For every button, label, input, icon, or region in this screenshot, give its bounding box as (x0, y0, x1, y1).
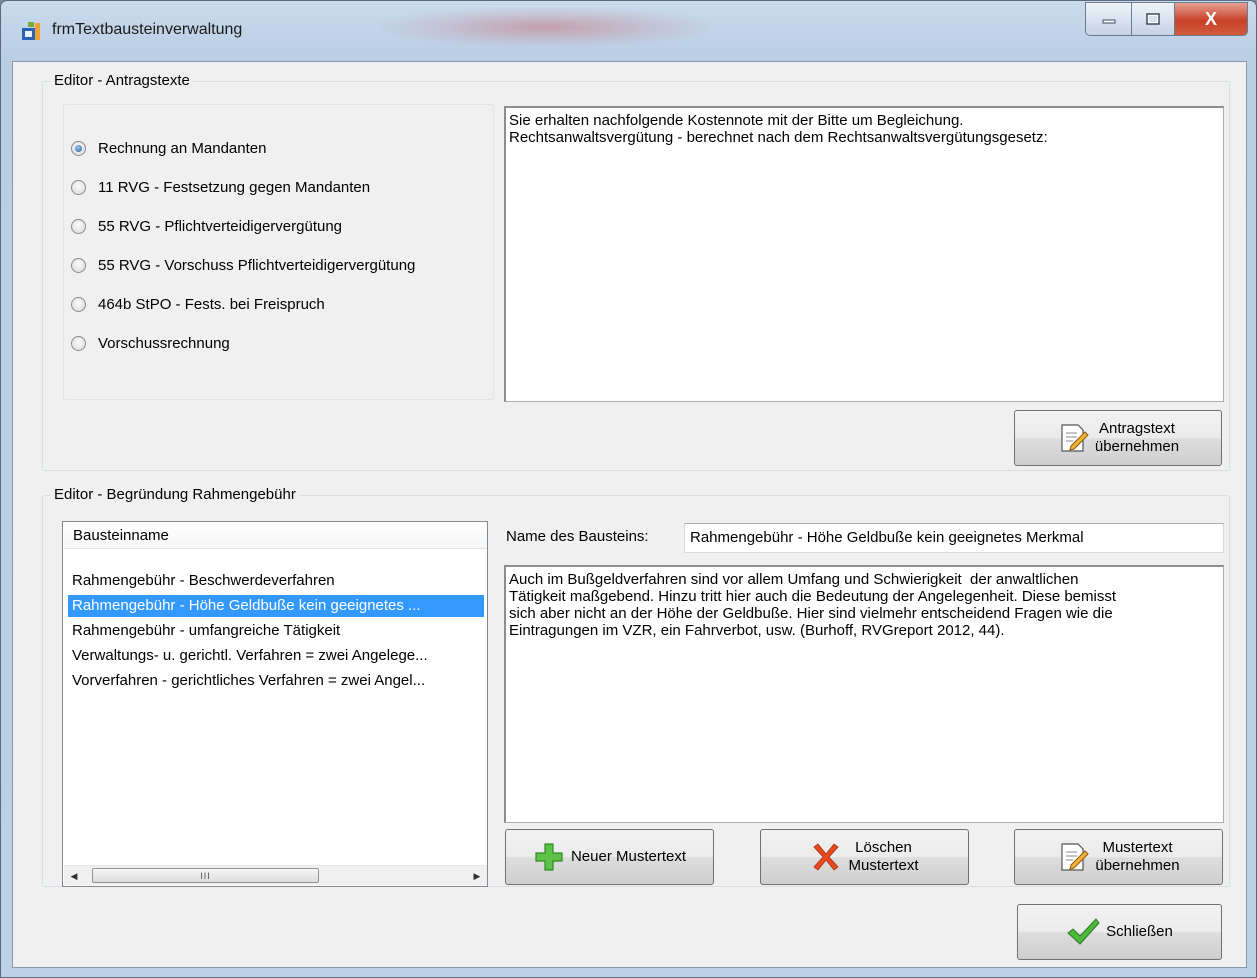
radio-label: 11 RVG - Festsetzung gegen Mandanten (98, 178, 371, 196)
radio-option-11-rvg[interactable]: 11 RVG - Festsetzung gegen Mandanten (71, 177, 370, 197)
minimize-icon (1102, 19, 1115, 24)
radio-option-55-rvg[interactable]: 55 RVG - Pflichtverteidigervergütung (71, 216, 342, 236)
scroll-right-icon[interactable]: ▶ (471, 870, 483, 882)
radio-label: 55 RVG - Vorschuss Pflichtverteidigerver… (98, 256, 416, 274)
list-item[interactable]: Rahmengebühr - umfangreiche Tätigkeit (68, 620, 484, 642)
radio-option-rechnung[interactable]: Rechnung an Mandanten (71, 138, 266, 158)
radio-button[interactable] (71, 335, 86, 351)
app-window: frmTextbausteinverwaltung X Editor - Ant… (0, 0, 1257, 978)
scroll-left-icon[interactable]: ◀ (68, 870, 80, 882)
radio-label: 464b StPO - Fests. bei Freispruch (98, 295, 325, 313)
horizontal-scrollbar[interactable]: ◀ III ▶ (64, 865, 487, 885)
scroll-thumb-grip: III (200, 870, 211, 881)
btn-label: Neuer Mustertext (570, 848, 687, 865)
scroll-thumb[interactable]: III (92, 868, 319, 883)
mustertext-uebernehmen-button[interactable]: Mustertext übernehmen (1014, 829, 1223, 885)
title-bar[interactable]: frmTextbausteinverwaltung X (1, 1, 1256, 61)
list-item[interactable]: Vorverfahren - gerichtliches Verfahren =… (68, 670, 484, 692)
radio-label: Vorschussrechnung (98, 334, 230, 352)
close-window-button[interactable]: X (1174, 2, 1248, 36)
mustertext-editor[interactable]: Auch im Bußgeldverfahren sind vor allem … (504, 565, 1224, 823)
app-icon (22, 22, 40, 40)
radio-label: Rechnung an Mandanten (98, 139, 267, 157)
edit-document-icon (1061, 843, 1090, 871)
radio-button[interactable] (71, 257, 86, 273)
plus-icon (535, 843, 563, 871)
loeschen-mustertext-button[interactable]: Löschen Mustertext (760, 829, 969, 885)
radio-option-55-rvg-vorschuss[interactable]: 55 RVG - Vorschuss Pflichtverteidigerver… (71, 255, 415, 275)
antragstext-editor[interactable]: Sie erhalten nachfolgende Kostennote mit… (504, 106, 1224, 402)
list-column-header[interactable]: Bausteinname (64, 523, 487, 549)
baustein-name-input[interactable]: Rahmengebühr - Höhe Geldbuße kein geeign… (684, 523, 1224, 553)
btn-line1: Löschen (855, 839, 912, 856)
edit-document-icon (1061, 424, 1089, 452)
btn-label: Schließen (1106, 923, 1173, 940)
radio-button[interactable] (71, 296, 86, 312)
title-glow (381, 7, 711, 47)
minimize-button[interactable] (1085, 2, 1132, 36)
baustein-list[interactable]: Bausteinname Rahmengebühr - Beschwerdeve… (62, 521, 488, 887)
maximize-icon (1146, 13, 1160, 25)
btn-line2: übernehmen (1095, 857, 1180, 874)
x-icon (813, 843, 840, 871)
schliessen-button[interactable]: Schließen (1017, 904, 1222, 960)
maximize-button[interactable] (1131, 2, 1175, 36)
btn-line2: übernehmen (1094, 438, 1180, 455)
btn-line1: Mustertext (1102, 839, 1173, 856)
radio-option-vorschussrechnung[interactable]: Vorschussrechnung (71, 333, 230, 353)
radio-button[interactable] (71, 140, 86, 156)
group-title-rahmen: Editor - Begründung Rahmengebühr (51, 486, 299, 504)
list-item-selected[interactable]: Rahmengebühr - Höhe Geldbuße kein geeign… (68, 595, 484, 617)
btn-line1: Antragstext (1099, 420, 1175, 437)
radio-button[interactable] (71, 179, 86, 195)
list-item[interactable]: Rahmengebühr - Beschwerdeverfahren (68, 570, 484, 592)
checkmark-icon (1067, 918, 1100, 945)
client-area: Editor - Antragstexte Rechnung an Mandan… (12, 61, 1247, 968)
group-title-antrag: Editor - Antragstexte (51, 72, 193, 90)
name-label: Name des Bausteins: (506, 528, 649, 545)
btn-line2: Mustertext (848, 857, 919, 874)
radio-label: 55 RVG - Pflichtverteidigervergütung (98, 217, 343, 235)
radio-option-464b-stpo[interactable]: 464b StPO - Fests. bei Freispruch (71, 294, 325, 314)
list-item[interactable]: Verwaltungs- u. gerichtl. Verfahren = zw… (68, 645, 484, 667)
radio-button[interactable] (71, 218, 86, 234)
close-icon: X (1204, 8, 1217, 29)
antragstext-uebernehmen-button[interactable]: Antragstext übernehmen (1014, 410, 1222, 466)
neuer-mustertext-button[interactable]: Neuer Mustertext (505, 829, 714, 885)
window-title: frmTextbausteinverwaltung (52, 21, 243, 38)
